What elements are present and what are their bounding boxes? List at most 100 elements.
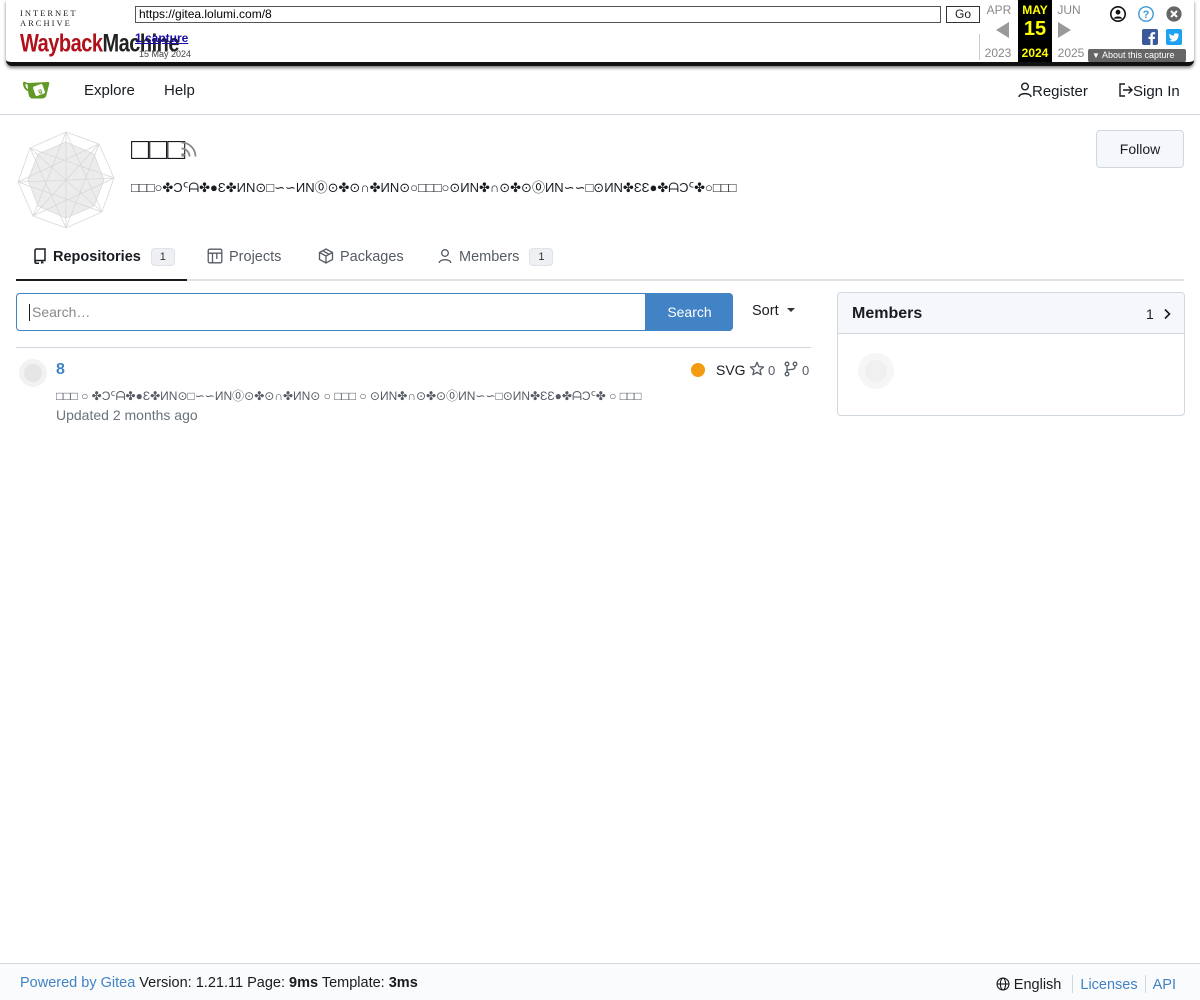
repo-updated: Updated 2 months ago xyxy=(56,407,198,423)
fork-icon[interactable] xyxy=(783,361,799,377)
tab-members[interactable]: Members 1 xyxy=(437,236,554,281)
divider xyxy=(16,347,811,348)
api-link[interactable]: API xyxy=(1153,977,1176,993)
wayback-logo-main: WaybackMachine xyxy=(20,30,179,59)
repo-icon xyxy=(34,248,46,265)
tab-projects[interactable]: Projects xyxy=(207,236,281,281)
wayback-capture-date: 15 May 2024 xyxy=(139,49,192,59)
wayback-cur-month: MAY xyxy=(1022,3,1048,17)
org-name: □□□ xyxy=(131,133,186,166)
top-nav: g Explore Help Register Sign In xyxy=(0,66,1200,115)
wayback-separator xyxy=(979,34,980,60)
template-label: Template: xyxy=(321,975,385,991)
language-label: English xyxy=(1013,977,1062,993)
nav-register-label: Register xyxy=(1032,83,1088,100)
repo-fork-count: 0 xyxy=(802,363,810,378)
version-label: Version: xyxy=(139,975,192,991)
sort-dropdown[interactable]: Sort xyxy=(752,303,795,319)
tab-repositories[interactable]: Repositories 1 xyxy=(16,236,187,281)
sort-label: Sort xyxy=(752,303,779,319)
wayback-next-month: JUN xyxy=(1057,3,1081,17)
text-cursor xyxy=(29,304,30,321)
close-icon[interactable] xyxy=(1166,6,1182,22)
wayback-prev-arrow-icon[interactable] xyxy=(996,22,1009,38)
tab-members-label: Members xyxy=(459,249,520,265)
search-input[interactable]: Search… xyxy=(16,293,646,331)
wayback-prev-year[interactable]: 2023 xyxy=(982,46,1014,60)
wayback-prev-month[interactable]: APR xyxy=(983,3,1015,17)
members-card-count: 1 xyxy=(1146,306,1154,322)
tab-packages[interactable]: Packages xyxy=(318,236,404,281)
footer-right: English Licenses API xyxy=(996,975,1176,993)
members-card-header: Members 1 xyxy=(838,293,1184,334)
nav-sign-in[interactable]: Sign In xyxy=(1118,82,1180,100)
person-icon xyxy=(438,249,452,264)
package-icon xyxy=(318,248,334,264)
svg-text:?: ? xyxy=(1143,9,1150,21)
template-time: 3ms xyxy=(388,975,418,991)
language-color-dot xyxy=(691,363,705,377)
repo-name-link[interactable]: 8 xyxy=(56,361,65,379)
version-value: 1.21.11 xyxy=(195,975,244,991)
tab-projects-label: Projects xyxy=(229,249,282,265)
footer-left: Powered by Gitea Version: 1.21.11 Page: … xyxy=(20,975,418,991)
member-avatar[interactable] xyxy=(854,349,898,393)
person-icon xyxy=(1018,82,1032,98)
footer-divider xyxy=(1144,975,1146,993)
page-label: Page: xyxy=(247,975,285,991)
facebook-icon[interactable] xyxy=(1142,29,1158,45)
wayback-logo[interactable]: INTERNET ARCHIVE WaybackMachine xyxy=(20,8,179,58)
globe-icon xyxy=(996,977,1010,991)
wayback-cur-year: 2024 xyxy=(1021,46,1049,60)
wayback-captures-link[interactable]: 1 capture xyxy=(135,31,188,45)
repo-star-count: 0 xyxy=(768,363,776,378)
licenses-link[interactable]: Licenses xyxy=(1080,977,1137,993)
tab-packages-label: Packages xyxy=(340,249,404,265)
project-icon xyxy=(207,248,223,264)
wayback-about-caret-icon: ▼ xyxy=(1092,51,1100,60)
wayback-toolbar: INTERNET ARCHIVE WaybackMachine https://… xyxy=(6,0,1194,66)
org-tabs: Repositories 1 Projects Packages Members 1 xyxy=(16,236,1184,281)
chevron-right-icon xyxy=(1164,308,1171,320)
wayback-next-arrow-icon xyxy=(1058,22,1071,38)
language-selector[interactable]: English xyxy=(996,977,1066,993)
wayback-logo-top: INTERNET ARCHIVE xyxy=(20,8,78,28)
nav-explore[interactable]: Explore xyxy=(84,82,135,99)
follow-button[interactable]: Follow xyxy=(1096,130,1184,168)
gitea-logo-icon[interactable]: g xyxy=(22,78,54,102)
nav-help[interactable]: Help xyxy=(164,82,195,99)
wayback-next-year: 2025 xyxy=(1057,46,1085,60)
wayback-about-label: About this capture xyxy=(1101,50,1175,60)
repo-description: □□□ ○ ✤Ɔᑦᗩ✤●Ɛ✤ИN⊙□∽∽ИN⓪⊙✤⊙∩✤ИN⊙ ○ □□□ ○ … xyxy=(56,389,642,403)
wayback-go-button[interactable]: Go xyxy=(946,6,980,23)
repo-avatar[interactable] xyxy=(18,358,48,388)
wayback-about-button[interactable]: ▼ About this capture xyxy=(1088,49,1186,62)
nav-register[interactable]: Register xyxy=(1018,82,1088,100)
tab-repositories-label: Repositories xyxy=(53,249,141,265)
members-card: Members 1 xyxy=(837,292,1185,416)
caret-down-icon xyxy=(786,308,795,312)
tab-members-count: 1 xyxy=(529,248,554,266)
org-description: □□□○✤Ɔᑦᗩ✤●Ɛ✤ИN⊙□∽∽ИN⓪⊙✤⊙∩✤ИN⊙○□□□○⊙ИN✤∩⊙… xyxy=(131,180,737,195)
help-icon[interactable]: ? xyxy=(1138,6,1154,22)
star-icon[interactable] xyxy=(749,361,765,377)
footer: Powered by Gitea Version: 1.21.11 Page: … xyxy=(0,963,1200,1000)
powered-by-link[interactable]: Powered by Gitea xyxy=(20,975,135,991)
user-icon[interactable] xyxy=(1110,6,1126,22)
wayback-logo-main-a: Wayback xyxy=(20,30,103,58)
tab-repositories-count: 1 xyxy=(150,248,175,266)
footer-divider xyxy=(1072,975,1074,993)
wayback-url-input[interactable]: https://gitea.lolumi.com/8 xyxy=(135,6,941,23)
sign-in-icon xyxy=(1119,83,1133,97)
search-placeholder: Search… xyxy=(32,304,91,320)
nav-sign-in-label: Sign In xyxy=(1133,83,1180,100)
twitter-icon[interactable] xyxy=(1166,29,1182,45)
rss-icon[interactable] xyxy=(179,139,199,159)
org-avatar xyxy=(17,131,115,229)
members-card-title: Members xyxy=(852,305,923,322)
wayback-day: 15 xyxy=(1023,18,1047,40)
repo-language: SVG xyxy=(716,362,746,378)
page-time: 9ms xyxy=(289,975,319,991)
search-button[interactable]: Search xyxy=(646,293,733,331)
members-card-link[interactable]: 1 xyxy=(1146,306,1172,322)
